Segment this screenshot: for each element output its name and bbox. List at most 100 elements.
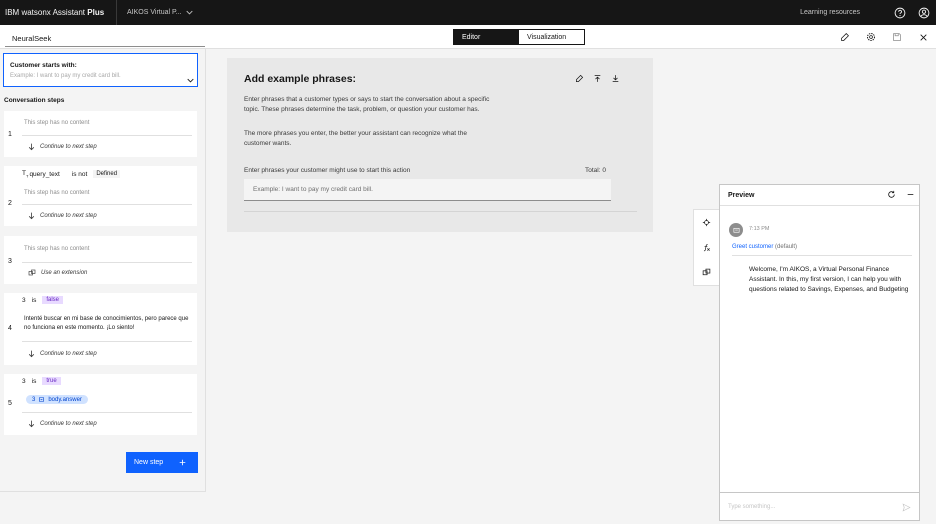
step-divider <box>22 262 192 263</box>
variable-icon: TT <box>22 170 29 179</box>
help-button[interactable] <box>888 0 912 25</box>
chevron-down-icon <box>185 10 193 15</box>
arrow-down-icon <box>28 350 35 358</box>
function-icon <box>703 244 710 252</box>
condition-variable: 3 <box>22 296 26 304</box>
editor-description-more: The more phrases you enter, the better y… <box>244 130 467 147</box>
step-empty-text: This step has no content <box>24 190 90 196</box>
help-icon <box>894 7 906 18</box>
arrow-down-icon <box>28 420 35 428</box>
step-condition: TT query_text is not Defined <box>22 170 121 179</box>
example-phrase-input[interactable]: Example: I want to pay my credit card bi… <box>244 179 611 201</box>
step-divider <box>22 204 192 205</box>
save-button[interactable] <box>884 25 910 49</box>
greet-customer-trace: Greet customer (default) <box>732 244 797 250</box>
step-response-text: Intenté buscar en mi base de conocimient… <box>24 316 189 332</box>
preview-chat-input[interactable]: Type something... <box>720 492 919 520</box>
step-card-2[interactable]: TT query_text is not Defined 2 This step… <box>4 166 197 226</box>
condition-operator: is <box>31 377 37 385</box>
action-name-underline <box>5 46 205 47</box>
download-icon[interactable] <box>611 74 620 83</box>
customer-starts-label: Customer starts with: <box>10 62 77 69</box>
tab-editor[interactable]: Editor <box>454 30 519 44</box>
step-number: 4 <box>8 325 12 332</box>
continue-text: Continue to next step <box>40 351 97 357</box>
send-icon[interactable] <box>902 503 911 512</box>
close-icon <box>919 33 927 41</box>
user-profile-button[interactable] <box>912 0 936 25</box>
step-divider <box>22 412 192 413</box>
step-divider <box>22 341 192 342</box>
minimize-icon[interactable] <box>906 190 915 199</box>
step-empty-text: This step has no content <box>24 246 90 252</box>
assistant-avatar <box>729 223 743 237</box>
view-switcher: Editor Visualization <box>453 29 585 45</box>
step-condition: 3 is true <box>22 377 61 385</box>
preview-title: Preview <box>728 192 755 199</box>
gear-icon <box>867 33 875 41</box>
condition-value: Defined <box>93 170 121 179</box>
new-step-button[interactable]: New step <box>126 452 198 473</box>
step-card-5[interactable]: 3 is true 5 3 body.answer Continue to ne… <box>4 374 197 435</box>
edit-action-button[interactable] <box>832 25 858 49</box>
extension-text: Use an extension <box>41 270 88 276</box>
extension-icon <box>28 269 36 276</box>
condition-variable: 3 <box>22 377 26 385</box>
new-step-label: New step <box>134 459 164 466</box>
assistant-switcher[interactable]: AIKOS Virtual P... <box>116 0 193 25</box>
assistant-name: AIKOS Virtual P... <box>127 9 182 16</box>
step-number: 1 <box>8 131 12 138</box>
condition-value-tag: false <box>42 296 64 304</box>
step-number: 5 <box>8 400 12 407</box>
step-condition: 3 is false <box>22 296 64 304</box>
customer-starts-placeholder: Example: I want to pay my credit card bi… <box>10 73 121 79</box>
step-next-action: Continue to next step <box>28 143 97 151</box>
user-avatar-icon <box>918 7 930 18</box>
preview-panel: Preview 7:13 PM Greet customer (default)… <box>719 184 920 521</box>
extensions-inspector-button[interactable] <box>694 260 719 285</box>
arrow-down-icon <box>28 143 35 151</box>
debug-button[interactable] <box>694 210 719 235</box>
learning-resources-link[interactable]: Learning resources <box>800 9 860 16</box>
top-header: IBM watsonx Assistant Plus AIKOS Virtual… <box>0 0 936 25</box>
condition-variable: query_text <box>29 170 60 178</box>
upload-icon[interactable] <box>593 74 602 83</box>
step-next-action: Continue to next step <box>28 212 97 220</box>
continue-text: Continue to next step <box>40 144 97 150</box>
action-toolbar: NeuralSeek Editor Visualization <box>0 25 936 49</box>
steps-footer <box>0 491 206 524</box>
variables-button[interactable] <box>694 235 719 260</box>
settings-button[interactable] <box>858 25 884 49</box>
condition-operator: is not <box>71 170 88 178</box>
save-icon <box>893 33 901 41</box>
plus-icon <box>179 459 186 466</box>
edit-phrases-icon[interactable] <box>575 74 584 83</box>
step-card-4[interactable]: 3 is false 4 Intenté buscar en mi base d… <box>4 293 197 365</box>
editor-divider <box>244 211 637 212</box>
chat-bot-icon <box>733 227 739 233</box>
product-name[interactable]: IBM watsonx Assistant Plus <box>0 8 116 17</box>
close-editor-button[interactable] <box>910 25 936 49</box>
chat-input-placeholder: Type something... <box>728 504 776 510</box>
variable-chip[interactable]: 3 body.answer <box>26 395 88 404</box>
greet-customer-link[interactable]: Greet customer <box>732 244 773 250</box>
step-empty-text: This step has no content <box>24 120 90 126</box>
conversation-steps-title: Conversation steps <box>4 97 65 104</box>
debug-icon <box>702 218 711 227</box>
restart-icon[interactable] <box>887 190 896 199</box>
assistant-message: Welcome, I'm AIKOS, a Virtual Personal F… <box>749 266 909 293</box>
step-next-action: Continue to next step <box>28 420 97 428</box>
extension-icon <box>702 268 711 276</box>
arrow-down-icon <box>28 212 35 220</box>
tab-visualization[interactable]: Visualization <box>519 30 584 44</box>
greet-default-label: (default) <box>775 244 798 250</box>
brand-plan: Plus <box>87 8 105 17</box>
phrase-total-count: Total: 0 <box>585 167 606 174</box>
step-card-1[interactable]: 1 This step has no content Continue to n… <box>4 111 197 157</box>
step-divider <box>22 135 192 136</box>
step-card-3[interactable]: 3 This step has no content Use an extens… <box>4 236 197 284</box>
customer-starts-with-selector[interactable]: Customer starts with: Example: I want to… <box>3 53 198 87</box>
phrase-input-label: Enter phrases your customer might use to… <box>244 167 411 174</box>
chevron-down-icon <box>187 78 194 83</box>
action-name-field[interactable]: NeuralSeek <box>12 34 51 43</box>
